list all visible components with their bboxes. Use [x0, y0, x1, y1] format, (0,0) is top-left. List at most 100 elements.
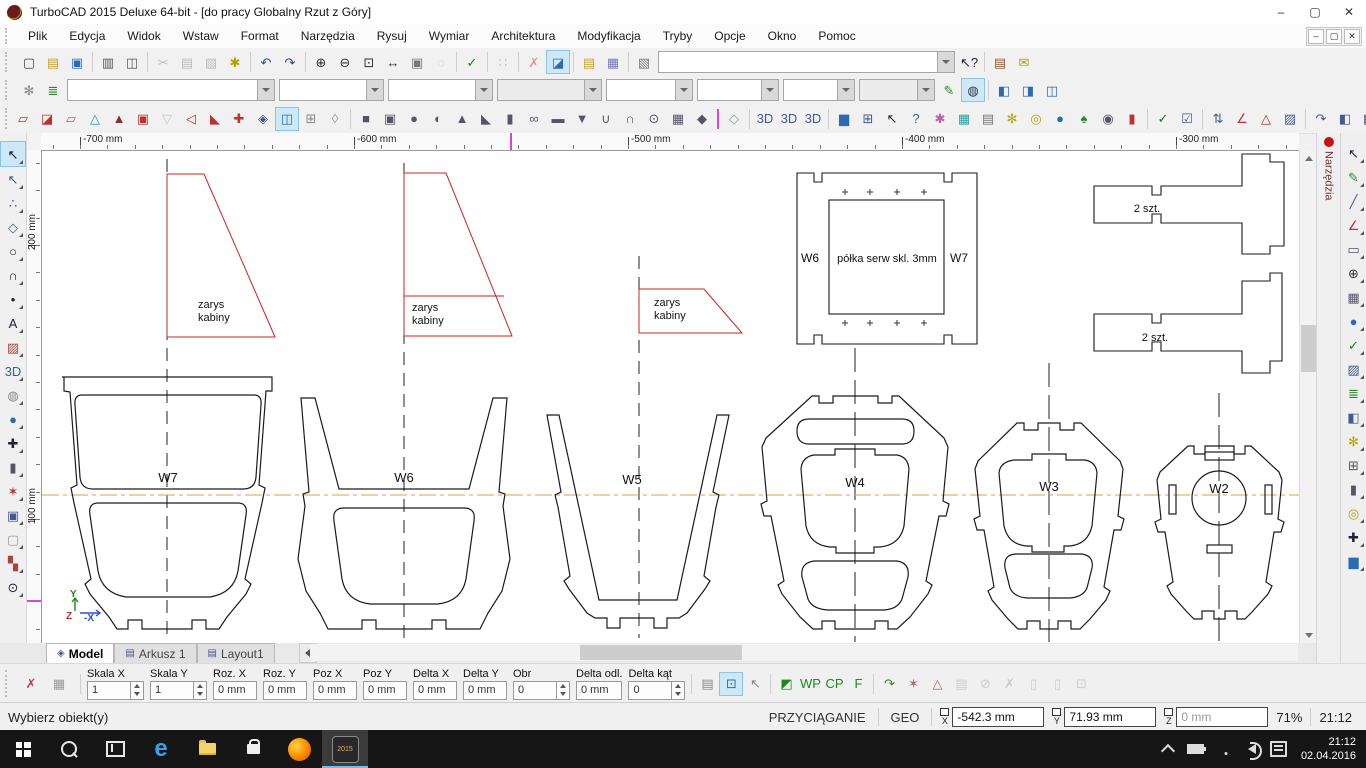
scroll-down-icon[interactable] [1300, 627, 1317, 643]
chart-icon[interactable]: ▆ [832, 107, 856, 131]
vertical-scrollbar[interactable] [1299, 150, 1317, 643]
snap-tool[interactable]: ⊙ [1, 575, 25, 599]
ruler-vertical[interactable]: 200 mm100 mm [27, 150, 42, 643]
paint-tool[interactable]: ● [1, 407, 25, 431]
wp-normal-icon[interactable]: ◁ [179, 107, 203, 131]
select-inside-icon[interactable]: ◩ [774, 672, 798, 696]
rt-grid-icon[interactable]: ▦ [1342, 285, 1366, 309]
triangle-measure-icon[interactable]: △ [1254, 107, 1278, 131]
horizontal-scroll-thumb[interactable] [580, 645, 742, 660]
horizontal-scrollbar[interactable] [310, 644, 1298, 661]
geo-toggle[interactable]: GEO [887, 710, 924, 725]
properties-gear-icon[interactable]: ✻ [17, 78, 41, 102]
render-grid-icon[interactable]: ▩ [1357, 107, 1366, 131]
check-window-icon[interactable]: ☑ [1175, 107, 1199, 131]
arc-tool[interactable]: ∩ [1, 263, 25, 287]
circle-tool[interactable]: ○ [1, 239, 25, 263]
wp-by-facet-icon[interactable]: ▱ [59, 107, 83, 131]
zoom-in-icon[interactable]: ⊕ [309, 50, 333, 74]
lineweight-combo[interactable] [497, 79, 602, 101]
open-file-icon[interactable]: ▤ [41, 50, 65, 74]
wp-by-entity-icon[interactable]: ◪ [35, 107, 59, 131]
solid-coil-icon[interactable]: ∞ [522, 107, 546, 131]
calculator-icon[interactable]: ▦ [952, 107, 976, 131]
zoom-extents-icon[interactable]: ↔ [381, 50, 405, 74]
t-part-2[interactable] [1094, 273, 1282, 373]
t-parts[interactable] [1094, 154, 1284, 373]
spinner[interactable] [556, 682, 569, 699]
print-icon[interactable]: ▥ [96, 50, 120, 74]
layers-icon[interactable]: ≣ [41, 78, 65, 102]
ruler-horizontal[interactable]: -700 mm-600 mm-500 mm-400 mm-300 mm [41, 133, 1299, 151]
t-part-1[interactable] [1094, 154, 1284, 254]
solid-sphere-icon[interactable]: ● [402, 107, 426, 131]
rt-hatch-icon[interactable]: ▨ [1342, 357, 1366, 381]
solid-box-icon[interactable]: ■ [354, 107, 378, 131]
drawing-canvas[interactable]: zarys kabiny zarys kabiny zarys kabiny W… [41, 150, 1299, 643]
frame-w5[interactable] [547, 415, 729, 628]
pen-icon[interactable]: ✎ [937, 78, 961, 102]
solid-dome-icon[interactable]: ∩ [618, 107, 642, 131]
coord-y-field[interactable]: 71.93 mm [1064, 707, 1156, 727]
rt-chart-icon[interactable]: ▆ [1342, 549, 1366, 573]
unlock-icon[interactable]: ▯ [1021, 672, 1045, 696]
selection-combobox[interactable] [658, 51, 955, 73]
clock[interactable]: 21:12 02.04.2016 [1301, 735, 1356, 763]
solid-tool[interactable]: ▮ [1, 455, 25, 479]
no-entry-icon[interactable]: ⊘ [973, 672, 997, 696]
combo-arrow-icon[interactable] [675, 80, 692, 100]
rt-solid-icon[interactable]: ▮ [1342, 477, 1366, 501]
profile-3d-icon[interactable]: 3D [753, 107, 777, 131]
wp-previous-icon[interactable]: ◊ [323, 107, 347, 131]
bool-intersect-icon[interactable]: ◫ [1040, 78, 1064, 102]
insert-file-icon[interactable]: ▤ [577, 50, 601, 74]
mdi-close-button[interactable]: ✕ [1344, 29, 1360, 44]
zoom-window-icon[interactable]: ⊡ [357, 50, 381, 74]
rt-check-icon[interactable]: ✓ [1342, 333, 1366, 357]
palette-icon[interactable]: ✱ [928, 107, 952, 131]
drag-grip[interactable] [5, 108, 7, 128]
bool-union-icon[interactable]: ◧ [992, 78, 1016, 102]
battery-icon[interactable] [1187, 744, 1204, 754]
wp-angle-icon[interactable]: ◣ [203, 107, 227, 131]
paste-icon[interactable]: ▧ [199, 50, 223, 74]
group-tool[interactable]: ▣ [1, 503, 25, 527]
rt-sketch-icon[interactable]: ✎ [1342, 165, 1366, 189]
volume-icon[interactable] [1248, 744, 1256, 754]
rt-target-icon[interactable]: ◎ [1342, 501, 1366, 525]
rt-settings-icon[interactable]: ✻ [1342, 429, 1366, 453]
rt-layers-icon[interactable]: ≣ [1342, 381, 1366, 405]
mdi-restore-button[interactable]: ▢ [1326, 29, 1342, 44]
rt-measure-icon[interactable]: ▭ [1342, 237, 1366, 261]
copy-coords-icon[interactable]: ▤ [695, 672, 719, 696]
combo-arrow-icon[interactable] [584, 80, 601, 100]
pattern-combo[interactable] [606, 79, 693, 101]
extinguisher-icon[interactable]: ▮ [1120, 107, 1144, 131]
spell-check2-icon[interactable]: ✓ [1151, 107, 1175, 131]
tray-chevron-icon[interactable] [1161, 743, 1175, 757]
coord-x-field[interactable]: -542.3 mm [952, 707, 1044, 727]
copy-icon[interactable]: ▤ [175, 50, 199, 74]
rt-plus-icon[interactable]: ✚ [1342, 525, 1366, 549]
wp-facet-select-icon[interactable]: ◫ [275, 107, 299, 131]
solid-box-nodes-icon[interactable]: ▣ [378, 107, 402, 131]
settings-gears-icon[interactable]: ✻ [1000, 107, 1024, 131]
close-inspector-icon[interactable]: ✗ [19, 672, 43, 696]
solid-disc-icon[interactable]: ⊙ [642, 107, 666, 131]
camera-icon[interactable]: ◉ [1096, 107, 1120, 131]
solid-slab-icon[interactable]: ▬ [546, 107, 570, 131]
combo-arrow-icon[interactable] [475, 80, 492, 100]
select-wp-icon[interactable]: WP [798, 672, 822, 696]
ungroup-tool[interactable]: ▢ [1, 527, 25, 551]
rt-zoom-icon[interactable]: ⊕ [1342, 261, 1366, 285]
sweep-icon[interactable]: ◇ [722, 107, 746, 131]
insert-block-icon[interactable]: ▦ [601, 50, 625, 74]
start-button[interactable] [0, 730, 46, 768]
point-tool[interactable]: • [1, 287, 25, 311]
combo-arrow-icon[interactable] [366, 80, 383, 100]
drag-grip[interactable] [5, 28, 13, 45]
move-tool[interactable]: ✚ [1, 431, 25, 455]
wp-origin-icon[interactable]: ▲ [107, 107, 131, 131]
edge-button[interactable]: e [138, 730, 184, 768]
coord-mode-icon[interactable]: ⊡ [719, 672, 743, 696]
